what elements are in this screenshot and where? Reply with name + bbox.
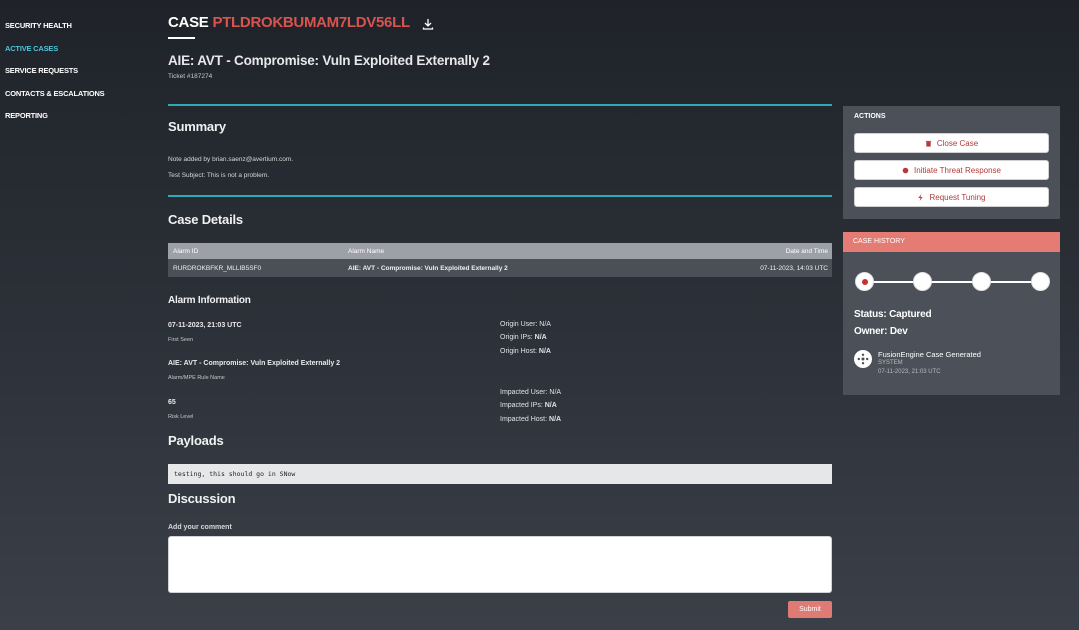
bolt-icon — [918, 193, 924, 201]
dot-icon — [902, 167, 909, 173]
origin-host-value: N/A — [538, 348, 551, 355]
impacted-user-value: N/A — [549, 389, 562, 396]
payloads-heading: Payloads — [168, 433, 224, 448]
first-seen-label: First Seen — [168, 337, 194, 343]
cell-alarm-name: AIE: AVT - Compromise: Vuln Exploited Ex… — [348, 264, 508, 272]
owner-value: Dev — [889, 326, 908, 337]
event-actor: SYSTEM — [878, 360, 903, 366]
case-header: CASE PTLDROKBUMAM7LDV56LL — [168, 14, 434, 31]
risk-level-label: Risk Level — [168, 414, 194, 420]
timeline-step[interactable] — [1031, 272, 1050, 291]
timeline-line — [865, 281, 1041, 283]
origin-user-value: N/A — [539, 321, 551, 328]
history-timeline — [855, 272, 1050, 292]
sidebar-nav: SECURITY HEALTH ACTIVE CASES SERVICE REQ… — [5, 21, 155, 134]
divider — [168, 195, 832, 197]
origin-user-label: Origin User: — [500, 321, 538, 328]
divider — [168, 104, 832, 106]
initiate-threat-response-button[interactable]: Initiate Threat Response — [854, 160, 1049, 180]
case-title: AIE: AVT - Compromise: Vuln Exploited Ex… — [168, 53, 490, 68]
col-date-time: Date and Time — [785, 247, 828, 255]
first-seen-value: 07-11-2023, 21:03 UTC — [168, 322, 242, 329]
event-title: FusionEngine Case Generated — [878, 350, 981, 359]
event-text: FusionEngine Case Generated SYSTEM 07-11… — [878, 350, 981, 377]
origin-host-label: Origin Host: — [500, 348, 537, 355]
impacted-host-label: Impacted Host: — [500, 416, 548, 423]
col-alarm-name: Alarm Name — [348, 247, 385, 255]
comment-textarea[interactable] — [168, 536, 832, 593]
col-alarm-id: Alarm ID — [173, 247, 199, 255]
submit-button[interactable]: Submit — [788, 601, 832, 618]
download-icon[interactable] — [422, 17, 434, 30]
summary-heading: Summary — [168, 119, 226, 134]
impacted-host-value: N/A — [549, 416, 562, 423]
case-label: CASE — [168, 14, 209, 31]
owner-label: Owner: — [854, 326, 888, 337]
comment-label: Add your comment — [168, 524, 232, 531]
rule-name-label: Alarm/MPE Rule Name — [168, 375, 225, 381]
alarm-info-heading: Alarm Information — [168, 295, 251, 306]
timeline-step[interactable] — [855, 272, 874, 291]
request-tuning-button[interactable]: Request Tuning — [854, 187, 1049, 207]
table-row[interactable]: RURDROKBFKR_MLLIB5SF0 AIE: AVT - Comprom… — [168, 259, 832, 277]
origin-ips-value: N/A — [534, 334, 547, 341]
owner-line: Owner: Dev — [854, 326, 908, 337]
fusion-engine-icon — [854, 350, 872, 368]
case-header-underline — [168, 37, 195, 39]
status-value: Captured — [889, 309, 932, 320]
case-history-panel: CASE HISTORY Status: Captured Owner: Dev… — [843, 232, 1060, 395]
sidebar-item-active-cases[interactable]: ACTIVE CASES — [5, 44, 155, 67]
history-event: FusionEngine Case Generated SYSTEM 07-11… — [854, 350, 981, 377]
cell-date-time: 07-11-2023, 14:03 UTC — [760, 264, 828, 272]
close-case-button[interactable]: Close Case — [854, 133, 1049, 153]
timeline-step[interactable] — [972, 272, 991, 291]
impacted-user: Impacted User: N/A — [500, 389, 561, 396]
origin-ips-label: Origin IPs: — [500, 334, 533, 341]
ticket-number: Ticket #187274 — [168, 73, 213, 80]
impacted-ips: Impacted IPs: N/A — [500, 402, 557, 409]
risk-level-value: 65 — [168, 399, 176, 406]
case-history-title: CASE HISTORY — [843, 232, 1060, 252]
actions-title: ACTIONS — [854, 113, 886, 120]
cell-alarm-id: RURDROKBFKR_MLLIB5SF0 — [173, 264, 262, 272]
status-label: Status: — [854, 309, 887, 320]
alarm-table: Alarm ID Alarm Name Date and Time RURDRO… — [168, 243, 832, 277]
origin-user: Origin User: N/A — [500, 321, 551, 328]
event-time: 07-11-2023, 21:03 UTC — [878, 369, 941, 375]
request-tuning-label: Request Tuning — [929, 192, 986, 202]
origin-host: Origin Host: N/A — [500, 348, 551, 355]
impacted-user-label: Impacted User: — [500, 389, 548, 396]
alarm-table-header: Alarm ID Alarm Name Date and Time — [168, 243, 832, 259]
timeline-step[interactable] — [913, 272, 932, 291]
summary-note: Note added by brian.saenz@avertium.com. — [168, 156, 294, 163]
actions-panel: ACTIONS Close Case Initiate Threat Respo… — [843, 106, 1060, 219]
origin-ips: Origin IPs: N/A — [500, 334, 547, 341]
discussion-heading: Discussion — [168, 491, 236, 506]
status-line: Status: Captured — [854, 309, 932, 320]
case-id: PTLDROKBUMAM7LDV56LL — [212, 14, 410, 31]
sidebar-item-contacts-escalations[interactable]: CONTACTS & ESCALATIONS — [5, 89, 155, 112]
trash-icon — [925, 140, 931, 147]
sidebar-item-service-requests[interactable]: SERVICE REQUESTS — [5, 66, 155, 89]
case-details-heading: Case Details — [168, 212, 243, 227]
sidebar-item-security-health[interactable]: SECURITY HEALTH — [5, 21, 155, 44]
impacted-ips-value: N/A — [544, 402, 557, 409]
payload-box: testing, this should go in SNow — [168, 464, 832, 484]
threat-response-label: Initiate Threat Response — [913, 165, 1001, 175]
impacted-ips-label: Impacted IPs: — [500, 402, 543, 409]
close-case-label: Close Case — [936, 138, 979, 148]
impacted-host: Impacted Host: N/A — [500, 416, 561, 423]
sidebar-item-reporting[interactable]: REPORTING — [5, 111, 155, 134]
summary-subject: Test Subject: This is not a problem. — [168, 172, 270, 179]
rule-name-value: AIE: AVT - Compromise: Vuln Exploited Ex… — [168, 360, 341, 367]
